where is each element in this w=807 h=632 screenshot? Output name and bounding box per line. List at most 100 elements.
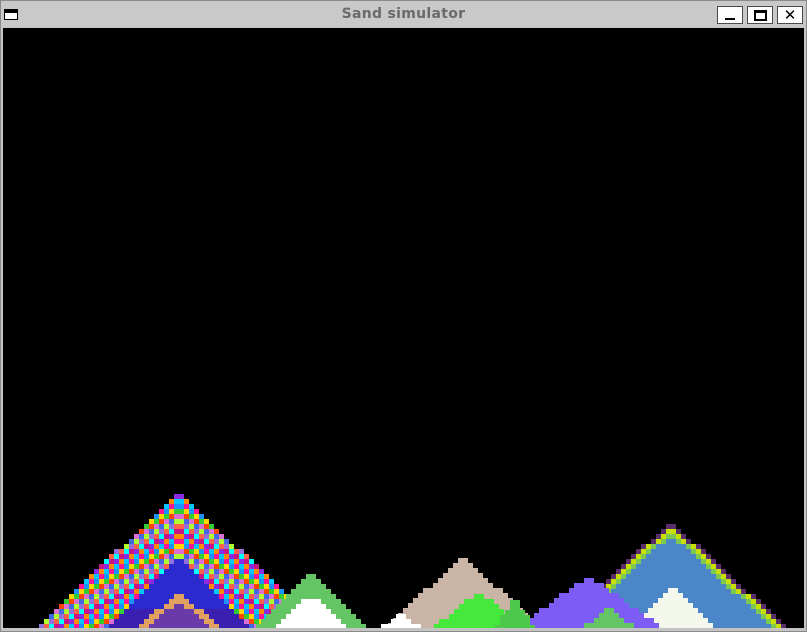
sand-grain <box>641 589 646 594</box>
sand-grain <box>194 619 199 624</box>
sand-grain <box>204 569 209 574</box>
sand-grain <box>129 539 134 544</box>
sand-grain <box>139 599 144 604</box>
sand-grain <box>671 554 676 559</box>
sand-grain <box>194 599 199 604</box>
sand-grain <box>708 623 713 628</box>
sand-grain <box>639 618 644 623</box>
sand-grain <box>229 599 234 604</box>
sand-grain <box>448 583 453 588</box>
sand-grain <box>666 524 671 529</box>
sand-grain <box>234 624 239 628</box>
sand-grain <box>99 569 104 574</box>
sand-grain <box>189 604 194 609</box>
sand-grain <box>346 624 351 628</box>
sand-grain <box>498 598 503 603</box>
simulation-canvas[interactable] <box>3 28 804 628</box>
sand-grain <box>301 579 306 584</box>
sand-grain <box>459 604 464 609</box>
sand-grain <box>726 599 731 604</box>
sand-grain <box>239 589 244 594</box>
sand-grain <box>164 599 169 604</box>
sand-grain <box>484 614 489 619</box>
sand-grain <box>726 609 731 614</box>
sand-grain <box>224 604 229 609</box>
sand-grain <box>149 544 154 549</box>
sand-grain <box>69 604 74 609</box>
sand-grain <box>239 624 244 628</box>
sand-grain <box>169 604 174 609</box>
sand-grain <box>736 589 741 594</box>
sand-grain <box>721 584 726 589</box>
close-button[interactable]: ✕ <box>777 6 803 24</box>
sand-grain <box>609 613 614 618</box>
sand-grain <box>209 584 214 589</box>
sand-grain <box>731 609 736 614</box>
sand-grain <box>646 564 651 569</box>
sand-grain <box>683 598 688 603</box>
sand-grain <box>219 549 224 554</box>
sand-grain <box>656 534 661 539</box>
sand-grain <box>686 554 691 559</box>
sand-grain <box>631 584 636 589</box>
sand-grain <box>154 559 159 564</box>
sand-grain <box>89 599 94 604</box>
sand-grain <box>626 579 631 584</box>
sand-grain <box>291 594 296 599</box>
sand-grain <box>468 573 473 578</box>
sand-grain <box>636 599 641 604</box>
title-bar[interactable]: Sand simulator ✕ <box>1 1 806 27</box>
sand-drawing[interactable] <box>3 28 804 628</box>
sand-grain <box>761 624 766 628</box>
sand-grain <box>741 619 746 624</box>
sand-grain <box>164 514 169 519</box>
sand-grain <box>249 619 254 624</box>
sand-grain <box>194 609 199 614</box>
sand-grain <box>564 603 569 608</box>
sand-grain <box>204 549 209 554</box>
sand-grain <box>500 615 505 620</box>
sand-grain <box>219 609 224 614</box>
sand-grain <box>159 619 164 624</box>
sand-grain <box>676 534 681 539</box>
sand-grain <box>701 559 706 564</box>
sand-grain <box>648 608 653 613</box>
sand-grain <box>731 624 736 628</box>
maximize-button[interactable] <box>747 6 773 24</box>
sand-grain <box>681 554 686 559</box>
sand-grain <box>656 559 661 564</box>
sand-grain <box>99 579 104 584</box>
sand-grain <box>510 610 515 615</box>
sand-grain <box>234 579 239 584</box>
sand-grain <box>104 564 109 569</box>
sand-grain <box>249 609 254 614</box>
sand-grain <box>219 554 224 559</box>
sand-grain <box>515 615 520 620</box>
sand-grain <box>264 609 269 614</box>
sand-grain <box>746 609 751 614</box>
sand-grain <box>219 614 224 619</box>
sand-grain <box>494 619 499 624</box>
sand-grain <box>254 594 259 599</box>
sand-grain <box>751 614 756 619</box>
sand-grain <box>229 559 234 564</box>
minimize-icon <box>725 18 735 20</box>
sand-grain <box>189 594 194 599</box>
sand-grain <box>316 599 321 604</box>
sand-grain <box>741 599 746 604</box>
sand-grain <box>149 574 154 579</box>
sand-grain <box>646 579 651 584</box>
minimize-button[interactable] <box>717 6 743 24</box>
sand-grain <box>706 559 711 564</box>
sand-grain <box>741 614 746 619</box>
sand-grain <box>644 623 649 628</box>
sand-grain <box>179 604 184 609</box>
sand-grain <box>413 598 418 603</box>
sand-grain <box>239 604 244 609</box>
sand-grain <box>726 579 731 584</box>
sand-grain <box>326 619 331 624</box>
sand-grain <box>321 589 326 594</box>
sand-grain <box>663 613 668 618</box>
sand-grain <box>149 579 154 584</box>
sand-grain <box>219 594 224 599</box>
